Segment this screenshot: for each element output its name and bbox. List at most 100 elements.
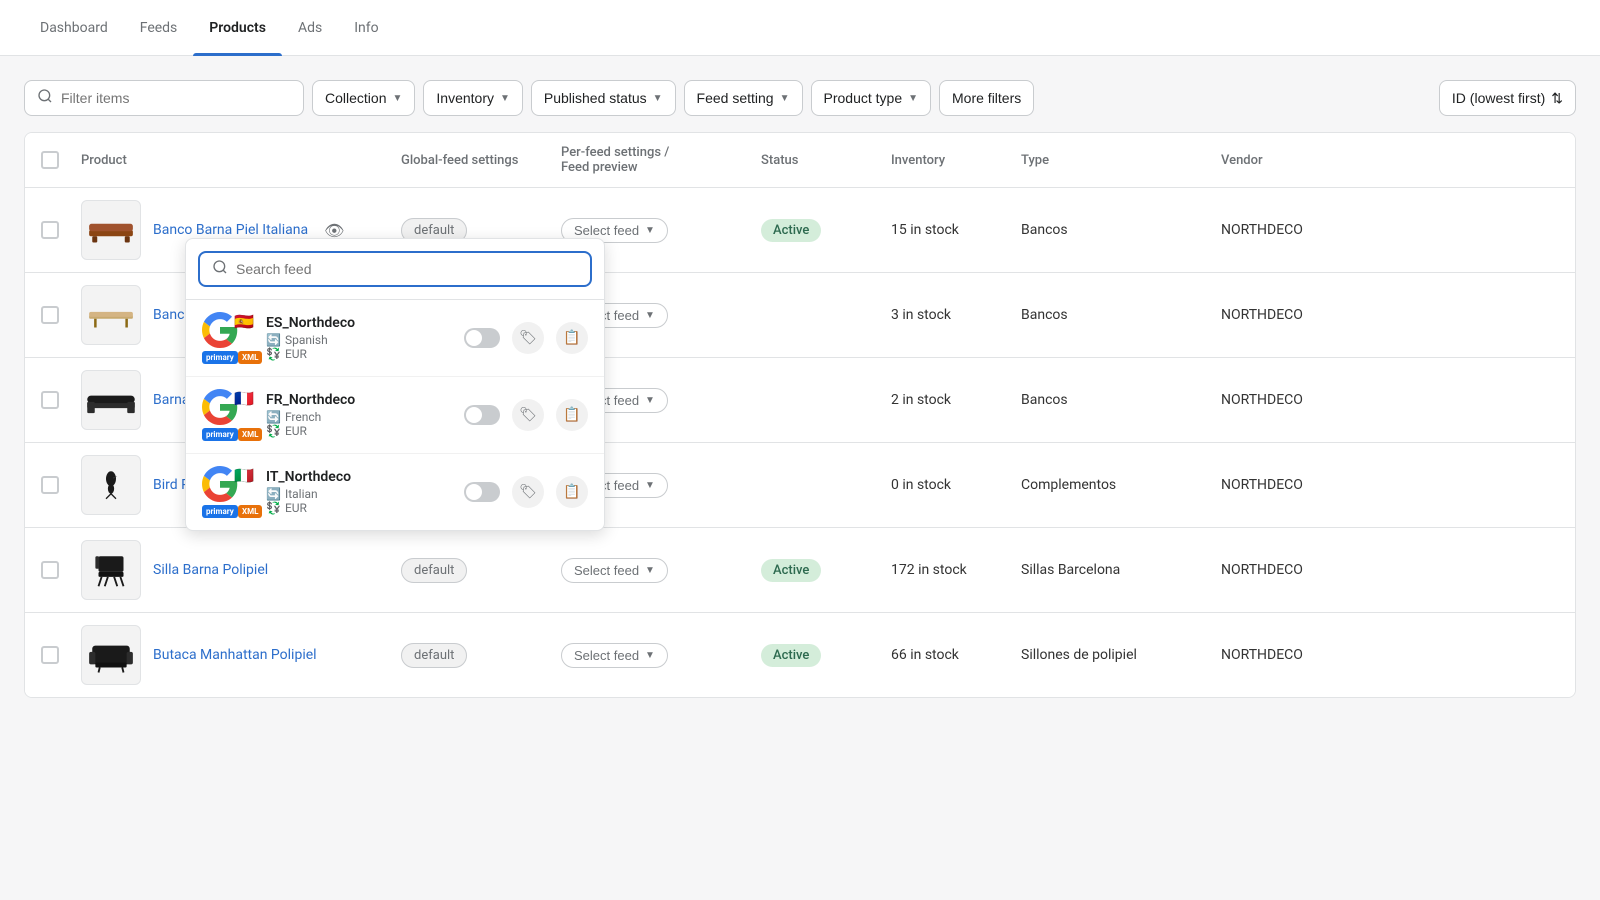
- xml-badge: XML: [238, 505, 262, 518]
- global-feed-cell: default: [401, 647, 561, 663]
- chevron-down-icon: ▼: [645, 565, 655, 576]
- nav-ads[interactable]: Ads: [282, 0, 338, 56]
- inventory-filter-button[interactable]: Inventory ▼: [423, 80, 523, 116]
- chevron-down-icon: ▼: [780, 93, 790, 104]
- row-checkbox[interactable]: [41, 561, 59, 579]
- inventory-column-header: Inventory: [891, 153, 1021, 168]
- status-cell: Active: [761, 647, 891, 663]
- chevron-down-icon: ▼: [645, 650, 655, 661]
- table-row: Banco Barna Piel Italiana 👁 default Sele…: [25, 188, 1575, 273]
- it-flag: 🇮🇹: [234, 466, 254, 485]
- feed-info-fr: FR_Northdeco 🔄 French 💱 EUR: [266, 392, 452, 438]
- nav-info[interactable]: Info: [338, 0, 394, 56]
- feed-info-es: ES_Northdeco 🔄 Spanish 💱 EUR: [266, 315, 452, 361]
- product-column-header: Product: [81, 153, 401, 168]
- row-checkbox[interactable]: [41, 221, 59, 239]
- default-badge: default: [401, 558, 467, 583]
- feed-name: FR_Northdeco: [266, 392, 452, 408]
- inventory-cell: 3 in stock: [891, 307, 1021, 323]
- active-badge: Active: [761, 219, 821, 242]
- feed-name: IT_Northdeco: [266, 469, 452, 485]
- primary-badge: primary: [202, 428, 238, 441]
- feed-language: 🔄 French: [266, 410, 452, 424]
- vendor-column-header: Vendor: [1221, 153, 1361, 168]
- vendor-cell: NORTHDECO: [1221, 307, 1361, 323]
- product-type-filter-button[interactable]: Product type ▼: [811, 80, 932, 116]
- feed-toggle-fr[interactable]: [464, 405, 500, 425]
- copy-icon-it[interactable]: 📋: [556, 476, 588, 508]
- feed-preview-link[interactable]: Feed preview: [561, 160, 638, 175]
- tag-icon-es[interactable]: 🏷: [512, 322, 544, 354]
- product-image: [81, 200, 141, 260]
- copy-icon-es[interactable]: 📋: [556, 322, 588, 354]
- slash-separator: /: [664, 145, 669, 160]
- feed-currency: 💱 EUR: [266, 347, 452, 361]
- feed-item-es[interactable]: primary XML 🇪🇸 ES_Northdeco 🔄 Spanish 💱 …: [186, 300, 604, 377]
- feed-language: 🔄 Italian: [266, 487, 452, 501]
- select-feed-button[interactable]: Select feed ▼: [561, 643, 668, 668]
- chevron-down-icon: ▼: [500, 93, 510, 104]
- feed-select-dropdown: primary XML 🇪🇸 ES_Northdeco 🔄 Spanish 💱 …: [185, 238, 605, 531]
- primary-badge: primary: [202, 351, 238, 364]
- select-all-checkbox[interactable]: [41, 151, 59, 169]
- published-status-filter-button[interactable]: Published status ▼: [531, 80, 676, 116]
- collection-filter-button[interactable]: Collection ▼: [312, 80, 415, 116]
- type-cell: Complementos: [1021, 477, 1221, 493]
- product-link[interactable]: Silla Barna Polipiel: [153, 562, 268, 578]
- chevron-down-icon: ▼: [645, 480, 655, 491]
- type-cell: Bancos: [1021, 307, 1221, 323]
- es-flag: 🇪🇸: [234, 312, 254, 331]
- status-column-header: Status: [761, 153, 891, 168]
- copy-icon-fr[interactable]: 📋: [556, 399, 588, 431]
- feed-setting-filter-button[interactable]: Feed setting ▼: [684, 80, 803, 116]
- row-checkbox[interactable]: [41, 476, 59, 494]
- feed-item-fr[interactable]: primary XML 🇫🇷 FR_Northdeco 🔄 French 💱 E…: [186, 377, 604, 454]
- chevron-down-icon: ▼: [645, 225, 655, 236]
- feed-icon-es: primary XML 🇪🇸: [202, 312, 254, 364]
- search-box[interactable]: [24, 80, 304, 116]
- feed-info-it: IT_Northdeco 🔄 Italian 💱 EUR: [266, 469, 452, 515]
- row-checkbox[interactable]: [41, 391, 59, 409]
- product-link[interactable]: Banco Barna Piel Italiana: [153, 222, 308, 238]
- select-feed-button[interactable]: Select feed ▼: [561, 558, 668, 583]
- status-cell: Active: [761, 222, 891, 238]
- tag-icon-fr[interactable]: 🏷: [512, 399, 544, 431]
- dropdown-search-box[interactable]: [198, 251, 592, 287]
- filter-items-input[interactable]: [61, 90, 291, 106]
- more-filters-button[interactable]: More filters: [939, 80, 1034, 116]
- search-icon: [37, 88, 53, 108]
- global-feed-cell: default: [401, 222, 561, 238]
- select-feed-cell: Select feed ▼: [561, 558, 761, 583]
- nav-products[interactable]: Products: [193, 0, 282, 56]
- type-cell: Bancos: [1021, 222, 1221, 238]
- per-feed-settings-link[interactable]: Per-feed settings: [561, 145, 661, 160]
- select-feed-cell: Select feed ▼: [561, 643, 761, 668]
- nav-feeds[interactable]: Feeds: [124, 0, 194, 56]
- sort-button[interactable]: ID (lowest first) ⇅: [1439, 80, 1576, 116]
- translate-icon: 🔄: [266, 410, 281, 424]
- row-checkbox[interactable]: [41, 306, 59, 324]
- feed-toggle-it[interactable]: [464, 482, 500, 502]
- nav-dashboard[interactable]: Dashboard: [24, 0, 124, 56]
- feed-toggle-es[interactable]: [464, 328, 500, 348]
- product-image: [81, 625, 141, 685]
- feed-name: ES_Northdeco: [266, 315, 452, 331]
- sort-icon: ⇅: [1551, 90, 1563, 107]
- feed-item-it[interactable]: primary XML 🇮🇹 IT_Northdeco 🔄 Italian 💱 …: [186, 454, 604, 530]
- row-checkbox[interactable]: [41, 646, 59, 664]
- table-row: Butaca Manhattan Polipiel default Select…: [25, 613, 1575, 697]
- xml-badge: XML: [238, 428, 262, 441]
- feed-search-input[interactable]: [236, 261, 578, 277]
- active-badge: Active: [761, 559, 821, 582]
- type-column-header: Type: [1021, 153, 1221, 168]
- translate-icon: 🔄: [266, 333, 281, 347]
- tag-icon-it[interactable]: 🏷: [512, 476, 544, 508]
- product-cell: Silla Barna Polipiel: [81, 540, 401, 600]
- feed-language: 🔄 Spanish: [266, 333, 452, 347]
- vendor-cell: NORTHDECO: [1221, 477, 1361, 493]
- status-cell: Active: [761, 562, 891, 578]
- product-link[interactable]: Butaca Manhattan Polipiel: [153, 647, 317, 663]
- eye-icon[interactable]: 👁: [324, 221, 344, 240]
- inventory-cell: 172 in stock: [891, 562, 1021, 578]
- inventory-cell: 15 in stock: [891, 222, 1021, 238]
